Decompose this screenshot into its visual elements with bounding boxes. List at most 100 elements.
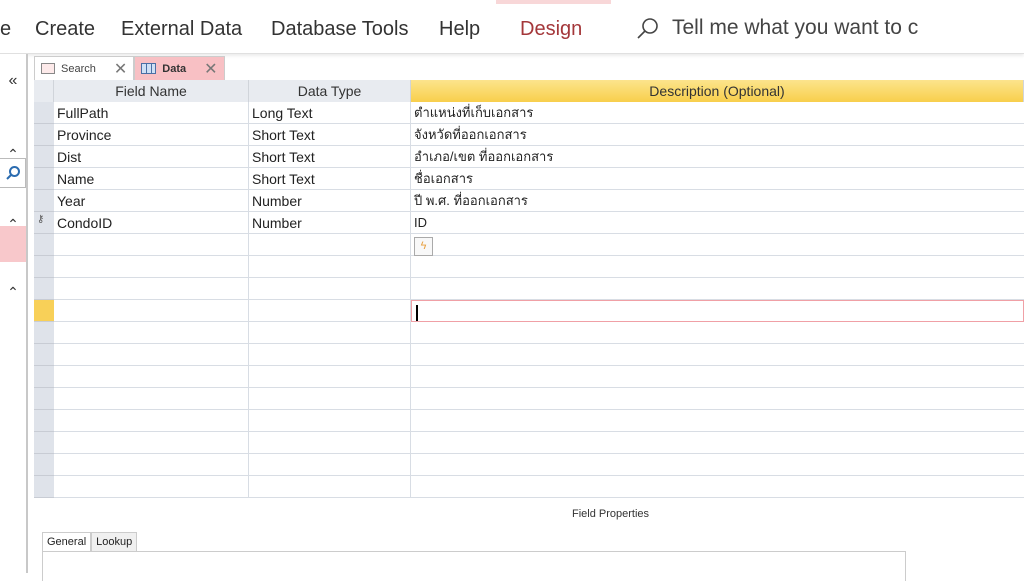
data-type-cell[interactable] [249,432,411,454]
description-cell[interactable]: ID [411,212,1024,234]
description-cell[interactable] [411,300,1024,322]
field-name-cell[interactable] [54,454,249,476]
description-cell[interactable] [411,454,1024,476]
table-row[interactable]: CondoID Number ID [54,212,1024,234]
table-row[interactable] [54,322,1024,344]
data-type-cell[interactable] [249,410,411,432]
close-icon[interactable]: ✕ [114,59,127,79]
row-selector[interactable] [34,146,54,168]
group-collapse-icon[interactable]: ⌃ [0,146,26,163]
data-type-cell[interactable]: Short Text [249,124,411,146]
row-selector[interactable] [34,366,54,388]
field-name-cell[interactable] [54,432,249,454]
description-cell[interactable] [411,344,1024,366]
field-name-cell[interactable]: Dist [54,146,249,168]
table-row[interactable]: Year Number ปี พ.ศ. ที่ออกเอกสาร [54,190,1024,212]
table-row[interactable] [54,388,1024,410]
tell-me-search[interactable]: Tell me what you want to c [636,16,918,40]
field-name-cell[interactable] [54,410,249,432]
description-cell[interactable] [411,432,1024,454]
field-name-cell[interactable] [54,256,249,278]
data-type-cell[interactable]: Short Text [249,168,411,190]
data-type-cell[interactable] [249,234,411,256]
data-type-cell[interactable] [249,300,411,322]
table-row[interactable] [54,432,1024,454]
field-name-cell[interactable] [54,344,249,366]
tab-create[interactable]: Create [35,18,95,41]
data-type-cell[interactable]: Number [249,212,411,234]
description-cell[interactable]: ชื่อเอกสาร [411,168,1024,190]
data-type-cell[interactable] [249,344,411,366]
data-type-cell[interactable]: Number [249,190,411,212]
data-type-cell[interactable] [249,322,411,344]
tab-data[interactable]: Data ✕ [134,56,225,80]
table-row[interactable]: Province Short Text จังหวัดที่ออกเอกสาร [54,124,1024,146]
table-row[interactable]: Dist Short Text อำเภอ/เขต ที่ออกเอกสาร [54,146,1024,168]
group-collapse-icon[interactable]: ⌃ [0,284,26,301]
table-row[interactable]: FullPath Long Text ตำแหน่งที่เก็บเอกสาร [54,102,1024,124]
field-name-cell[interactable] [54,278,249,300]
tab-general[interactable]: General [42,532,92,551]
row-selector[interactable] [34,432,54,454]
data-type-cell[interactable] [249,256,411,278]
builder-icon[interactable]: ϟ [414,237,433,256]
tab-design[interactable]: Design [520,18,582,41]
description-cell[interactable] [411,410,1024,432]
data-type-cell[interactable] [249,454,411,476]
header-description[interactable]: Description (Optional) [411,80,1024,102]
description-cell[interactable] [411,366,1024,388]
field-name-cell[interactable]: Province [54,124,249,146]
field-name-cell[interactable] [54,300,249,322]
data-type-cell[interactable] [249,476,411,498]
collapse-pane-icon[interactable]: « [0,72,26,90]
description-cell[interactable]: อำเภอ/เขต ที่ออกเอกสาร [411,146,1024,168]
field-name-cell[interactable] [54,388,249,410]
row-selector[interactable]: ⚷ [34,212,54,234]
data-type-cell[interactable]: Short Text [249,146,411,168]
row-selector[interactable] [34,344,54,366]
description-cell[interactable]: ปี พ.ศ. ที่ออกเอกสาร [411,190,1024,212]
table-row[interactable]: ϟ [54,234,1024,256]
table-row[interactable] [54,410,1024,432]
row-selector[interactable] [34,300,54,322]
field-name-cell[interactable]: FullPath [54,102,249,124]
close-icon[interactable]: ✕ [204,59,217,79]
tab-external-data[interactable]: External Data [121,18,242,41]
data-type-cell[interactable] [249,388,411,410]
group-collapse-icon[interactable]: ⌃ [0,216,26,233]
row-selector[interactable] [34,454,54,476]
description-cell[interactable] [411,476,1024,498]
row-selector[interactable] [34,410,54,432]
tab-lookup[interactable]: Lookup [91,532,138,551]
field-name-cell[interactable]: Year [54,190,249,212]
table-row[interactable] [54,256,1024,278]
description-cell[interactable]: ϟ [411,234,1024,256]
description-cell[interactable] [411,322,1024,344]
table-row[interactable] [54,278,1024,300]
row-selector[interactable] [34,278,54,300]
tab-help[interactable]: Help [439,18,480,41]
row-selector[interactable] [34,234,54,256]
table-row[interactable] [54,454,1024,476]
table-row[interactable] [54,344,1024,366]
select-all-corner[interactable] [34,80,54,102]
data-type-cell[interactable] [249,366,411,388]
row-selector[interactable] [34,388,54,410]
row-selector[interactable] [34,322,54,344]
data-type-cell[interactable]: Long Text [249,102,411,124]
field-name-cell[interactable] [54,234,249,256]
description-cell[interactable]: ตำแหน่งที่เก็บเอกสาร [411,102,1024,124]
table-row[interactable] [54,476,1024,498]
data-type-cell[interactable] [249,278,411,300]
field-name-cell[interactable] [54,476,249,498]
row-selector[interactable] [34,190,54,212]
table-row[interactable] [54,366,1024,388]
field-name-cell[interactable] [54,322,249,344]
header-field-name[interactable]: Field Name [54,80,249,102]
description-cell[interactable] [411,256,1024,278]
field-name-cell[interactable]: CondoID [54,212,249,234]
row-selector[interactable] [34,476,54,498]
tab-file[interactable]: e [0,18,11,41]
row-selector[interactable] [34,168,54,190]
field-name-cell[interactable]: Name [54,168,249,190]
